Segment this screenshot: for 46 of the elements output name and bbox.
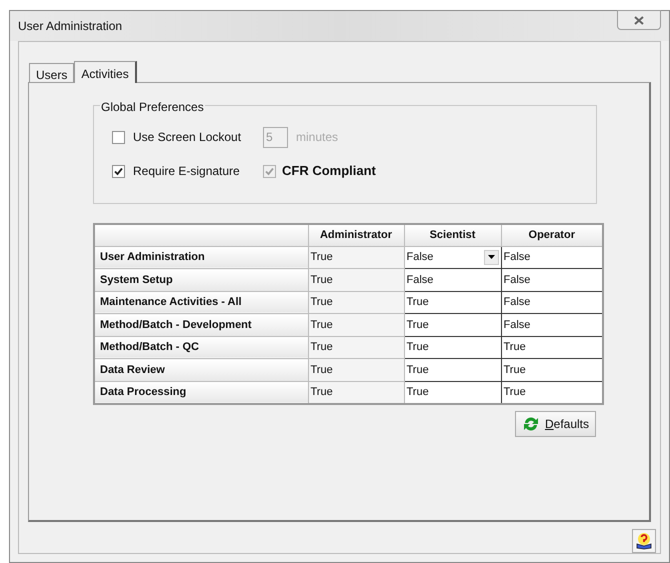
row-header: System Setup — [94, 268, 308, 291]
table-cell: True — [308, 381, 404, 404]
dropdown-cell[interactable]: False — [404, 246, 501, 268]
tab[interactable]: Users — [29, 63, 74, 82]
help-button[interactable] — [632, 529, 656, 553]
column-header: Scientist — [404, 224, 501, 246]
row-header: User Administration — [94, 246, 308, 268]
close-button[interactable] — [617, 10, 661, 30]
row-header: Method/Batch - Development — [94, 314, 308, 336]
defaults-button[interactable]: Defaults — [514, 410, 596, 436]
table-cell: True — [501, 381, 603, 404]
table-cell: True — [404, 381, 501, 404]
table-cell: True — [308, 336, 404, 358]
row-header: Method/Batch - QC — [94, 336, 308, 358]
window-title: User Administration — [18, 18, 122, 35]
table-cell: True — [308, 246, 404, 268]
table-cell: True — [404, 291, 501, 314]
row-header: Maintenance Activities - All — [94, 291, 308, 314]
table-cell: True — [404, 358, 501, 381]
table-cell: True — [308, 358, 404, 381]
table-cell: True — [501, 336, 603, 358]
column-header: Administrator — [308, 224, 404, 246]
help-book-icon — [635, 532, 653, 550]
table-cell: True — [308, 314, 404, 336]
table-cell: False — [501, 246, 603, 268]
table-cell: False — [501, 291, 603, 314]
checkbox-label: CFR Compliant — [282, 162, 376, 180]
table-cell: False — [501, 268, 603, 291]
table-cell: True — [404, 336, 501, 358]
tab[interactable]: Activities — [74, 61, 137, 83]
caret-icon — [488, 255, 494, 260]
row-header: Data Processing — [94, 381, 308, 404]
table-cell: False — [501, 314, 603, 336]
checkbox-label: Use Screen Lockout — [133, 129, 242, 146]
refresh-icon — [522, 416, 540, 432]
row-header: Data Review — [94, 358, 308, 381]
table-cell: True — [404, 314, 501, 336]
table-cell: True — [308, 291, 404, 314]
table-cell: True — [308, 268, 404, 291]
unit-label: minutes — [296, 129, 338, 146]
column-header: Operator — [501, 224, 603, 246]
checkbox-label: Require E-signature — [133, 163, 241, 180]
close-icon — [634, 16, 644, 24]
table-cell: False — [404, 268, 501, 291]
checkbox[interactable] — [112, 164, 125, 178]
table-cell: True — [501, 358, 603, 381]
